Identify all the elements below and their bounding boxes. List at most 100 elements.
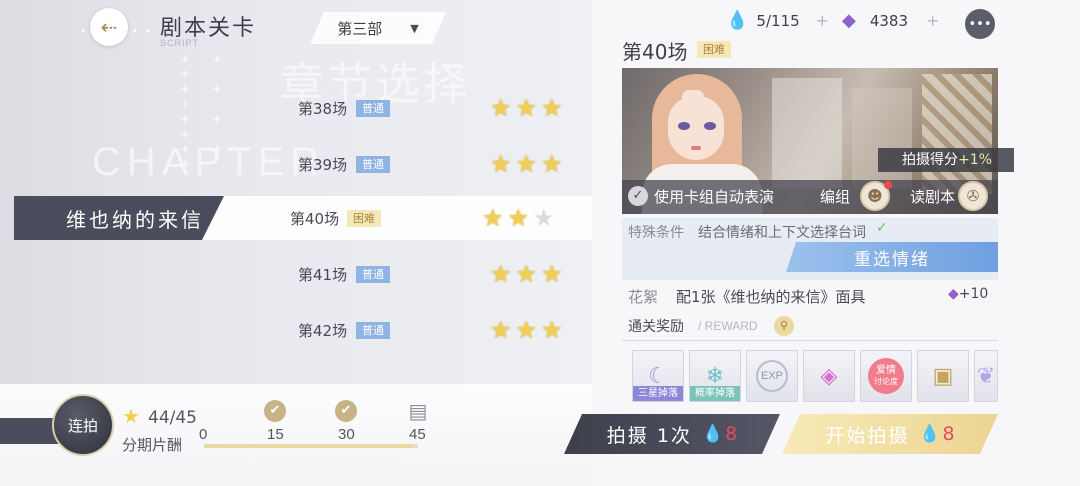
condition-label: 特殊条件 — [628, 225, 684, 241]
reward-item-love-discussion[interactable]: 爱情 讨论度 — [860, 350, 912, 402]
set-panel — [772, 78, 842, 188]
stage-name: 第40场 — [290, 210, 340, 228]
milestone-45[interactable]: ▤ — [398, 400, 438, 422]
star-icon: ★ — [490, 150, 512, 178]
star-icon: ★ — [541, 260, 563, 288]
reward-item-crystal[interactable]: ❄ 概率掉落 — [689, 350, 741, 402]
part-select-dropdown[interactable]: 第三部 ▼ — [310, 12, 446, 44]
difficulty-tag: 普通 — [356, 100, 390, 117]
water-value: 5/115 — [756, 11, 800, 30]
milestone-label: 45 — [409, 426, 426, 443]
add-water-button[interactable]: + — [816, 11, 829, 30]
star-icon: ★ — [490, 316, 512, 344]
reward-item-exp[interactable]: EXP — [746, 350, 798, 402]
scene-title: 第40场 — [622, 40, 688, 64]
gold-chest-icon: ▣ — [932, 363, 954, 389]
difficulty-tag: 困难 — [697, 41, 731, 58]
bonus-label: 拍摄得分 — [902, 152, 958, 168]
stage-row-38[interactable]: 第38场 普通 ★ ★ ★ — [0, 88, 592, 128]
notification-dot — [884, 181, 892, 189]
add-gem-button[interactable]: + — [926, 11, 939, 30]
stage-row-39[interactable]: 第39场 普通 ★ ★ ★ — [0, 144, 592, 184]
milestone-30[interactable]: ✔ — [326, 400, 366, 422]
star-icon: ★ — [490, 260, 512, 288]
water-resource: 💧 5/115 + — [726, 10, 829, 31]
reward-item-wing[interactable]: ❦ — [974, 350, 998, 402]
part-select-value: 第三部 — [337, 19, 383, 38]
set-panel — [922, 74, 992, 194]
decorative-dots: • • — [132, 26, 153, 37]
wing-icon: ❦ — [976, 363, 996, 389]
character-eye — [678, 122, 690, 130]
reselect-emotion-button[interactable]: 重选情绪 — [786, 242, 998, 272]
check-icon: ✓ — [876, 220, 888, 236]
water-drop-icon: 💧 — [726, 10, 749, 31]
star-progress-fill — [204, 444, 414, 448]
purple-crystal-icon: ◆ — [948, 286, 959, 302]
stage-name: 第39场 — [298, 156, 348, 174]
character-hand — [682, 90, 704, 104]
gem-value: 4383 — [869, 11, 909, 30]
crystal-pendant-icon: ❄ — [705, 363, 725, 389]
star-icon: ★ — [541, 94, 563, 122]
check-icon: ✔ — [264, 400, 286, 422]
shoot-once-button[interactable]: 拍摄 1次 💧 8 — [564, 414, 780, 454]
triangle-down-icon: ▼ — [410, 21, 419, 35]
star-icon: ★ — [541, 316, 563, 344]
water-drop-icon: 💧 — [919, 424, 941, 444]
reward-tag: 三星掉落 — [633, 386, 683, 401]
divider — [622, 340, 998, 341]
difficulty-tag: 普通 — [356, 322, 390, 339]
gem-resource: ◆ 4383 + — [842, 10, 939, 31]
stage-row-41[interactable]: 第41场 普通 ★ ★ ★ — [0, 254, 592, 294]
love-discussion-icon: 爱情 讨论度 — [868, 358, 904, 394]
read-script-button[interactable]: 读剧本 — [910, 186, 955, 207]
start-shoot-button[interactable]: 开始拍摄 💧 8 — [782, 414, 998, 454]
stage-name: 第42场 — [298, 322, 348, 340]
empty-star-icon: ★ — [533, 204, 555, 232]
star-icon: ★ — [482, 204, 504, 232]
money-stack-icon: ▤ — [408, 399, 428, 423]
difficulty-tag: 困难 — [347, 210, 381, 227]
back-button[interactable]: ⇠ — [90, 8, 128, 46]
star-icon: ★ — [507, 204, 530, 232]
stage-list-panel: 章节选择 CHAPTER + + ++ + ++ + ++ + + • • ⇠ … — [0, 0, 592, 486]
water-drop-icon: 💧 — [701, 424, 724, 444]
deck-button-label[interactable]: 编组 — [820, 186, 850, 207]
condition-text: 结合情绪和上下文选择台词 — [698, 225, 866, 241]
stage-name: 第38场 — [298, 100, 348, 118]
difficulty-tag: 普通 — [356, 156, 390, 173]
extras-text: 配1张《维也纳的来信》面具 — [676, 288, 866, 306]
chat-bubble-icon[interactable]: ••• — [965, 9, 995, 39]
stage-stars: ★ ★ ★ — [482, 204, 555, 232]
reward-tag: 概率掉落 — [690, 386, 740, 401]
reward-item-pink-gem[interactable]: ◈ — [803, 350, 855, 402]
shoot-once-label: 拍摄 1次 — [606, 424, 692, 447]
page-subtitle: SCRIPT — [160, 38, 200, 48]
auto-perform-checkbox[interactable]: ✓ — [628, 186, 648, 206]
star-icon: ★ — [515, 260, 538, 288]
extras-label: 花絮 — [628, 288, 659, 306]
discuss-text: 讨论度 — [874, 377, 898, 386]
start-shoot-label: 开始拍摄 — [825, 424, 910, 447]
star-icon: ★ — [490, 94, 512, 122]
set-panel — [852, 88, 912, 188]
bonus-value: +1% — [958, 152, 992, 168]
character-lip — [691, 146, 701, 150]
shoot-once-cost: 8 — [725, 423, 738, 445]
reward-item-chest[interactable]: ▣ — [917, 350, 969, 402]
milestone-label: 0 — [199, 426, 208, 443]
milestone-15[interactable]: ✔ — [255, 400, 295, 422]
clear-reward-subtitle: / REWARD — [698, 319, 758, 333]
film-reel-icon[interactable]: ✇ — [958, 181, 988, 211]
combo-shoot-button[interactable]: 连拍 — [52, 394, 114, 456]
exp-orb-icon: EXP — [756, 360, 788, 392]
auto-perform-label: 使用卡组自动表演 — [654, 188, 775, 206]
search-icon[interactable]: ⚲ — [774, 316, 794, 336]
stage-stars: ★ ★ ★ — [490, 316, 563, 344]
reward-item-moon-charm[interactable]: ☾ 三星掉落 — [632, 350, 684, 402]
stage-stars: ★ ★ ★ — [490, 94, 563, 122]
stage-row-42[interactable]: 第42场 普通 ★ ★ ★ — [0, 310, 592, 350]
character-face — [668, 96, 724, 160]
star-icon: ★ — [122, 404, 140, 428]
